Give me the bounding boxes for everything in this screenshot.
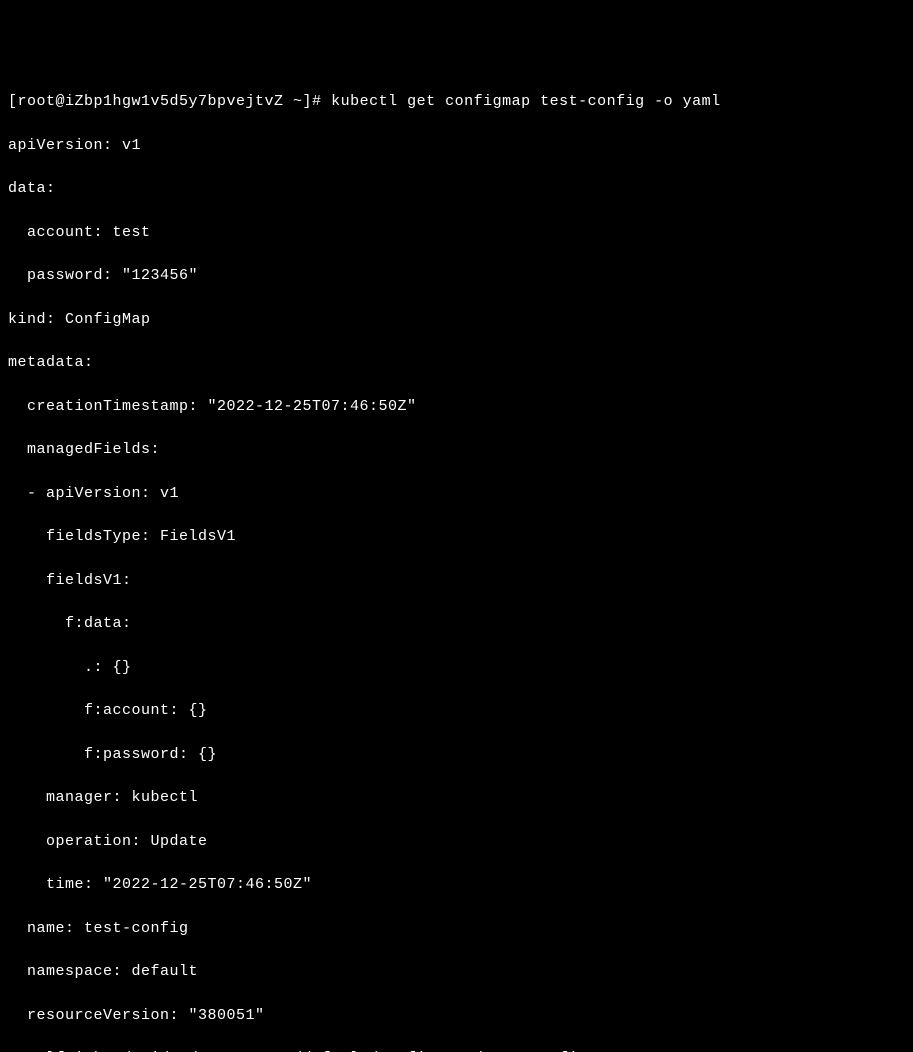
output-line: metadata: bbox=[8, 352, 905, 374]
output-line: password: "123456" bbox=[8, 265, 905, 287]
output-line: fieldsV1: bbox=[8, 570, 905, 592]
output-line: account: test bbox=[8, 222, 905, 244]
output-line: time: "2022-12-25T07:46:50Z" bbox=[8, 874, 905, 896]
output-line: namespace: default bbox=[8, 961, 905, 983]
output-line: manager: kubectl bbox=[8, 787, 905, 809]
output-line: creationTimestamp: "2022-12-25T07:46:50Z… bbox=[8, 396, 905, 418]
output-line: data: bbox=[8, 178, 905, 200]
output-line: kind: ConfigMap bbox=[8, 309, 905, 331]
output-line: f:account: {} bbox=[8, 700, 905, 722]
output-line: selfLink: /api/v1/namespaces/default/con… bbox=[8, 1048, 905, 1052]
output-line: operation: Update bbox=[8, 831, 905, 853]
output-line: f:password: {} bbox=[8, 744, 905, 766]
output-line: managedFields: bbox=[8, 439, 905, 461]
output-line: - apiVersion: v1 bbox=[8, 483, 905, 505]
typed-command: kubectl get configmap test-config -o yam… bbox=[331, 93, 721, 110]
output-line: name: test-config bbox=[8, 918, 905, 940]
output-line: f:data: bbox=[8, 613, 905, 635]
shell-prompt: [root@iZbp1hgw1v5d5y7bpvejtvZ ~]# bbox=[8, 93, 331, 110]
output-line: fieldsType: FieldsV1 bbox=[8, 526, 905, 548]
output-line: apiVersion: v1 bbox=[8, 135, 905, 157]
command-line: [root@iZbp1hgw1v5d5y7bpvejtvZ ~]# kubect… bbox=[8, 91, 905, 113]
output-line: .: {} bbox=[8, 657, 905, 679]
output-line: resourceVersion: "380051" bbox=[8, 1005, 905, 1027]
